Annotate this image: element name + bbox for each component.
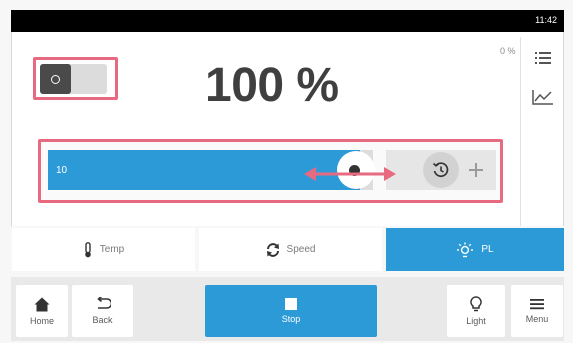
tab-pl[interactable]: PL [386, 228, 564, 271]
list-icon [535, 52, 551, 64]
hamburger-menu-icon [530, 299, 544, 310]
tab-speed[interactable]: Speed [199, 228, 382, 271]
refresh-icon [266, 242, 279, 257]
side-divider [520, 37, 521, 226]
plus-icon [469, 163, 483, 177]
status-time: 11:42 [535, 15, 557, 25]
chart-line-icon [532, 90, 553, 105]
toggle-knob [40, 64, 71, 94]
increase-button[interactable] [464, 158, 488, 182]
graph-view-button[interactable] [528, 82, 558, 112]
light-label: Light [466, 316, 486, 326]
list-view-button[interactable] [528, 43, 558, 73]
stop-icon [285, 298, 297, 310]
tab-temp[interactable]: Temp [12, 228, 195, 271]
tab-pl-label: PL [481, 244, 494, 255]
stop-label: Stop [281, 314, 301, 324]
menu-label: Menu [525, 314, 549, 324]
value-display: 100 % [205, 59, 339, 112]
small-percent-readout: 0 % [500, 46, 516, 56]
timer-button[interactable] [423, 152, 459, 188]
home-label: Home [29, 315, 54, 326]
tab-speed-label: Speed [286, 244, 316, 255]
home-icon [34, 297, 50, 311]
light-icon [457, 242, 474, 257]
menu-button[interactable]: Menu [511, 285, 563, 337]
power-off-icon [51, 74, 60, 84]
stop-button[interactable]: Stop [205, 285, 377, 337]
back-icon [96, 297, 111, 309]
tab-temp-label: Temp [99, 244, 125, 255]
history-icon [432, 162, 449, 178]
back-button[interactable]: Back [72, 285, 133, 337]
thermometer-icon [84, 241, 91, 257]
home-button[interactable]: Home [16, 285, 68, 337]
power-toggle[interactable] [40, 64, 107, 94]
status-bar: 11:42 [11, 10, 564, 32]
lightbulb-icon [470, 296, 482, 312]
double-arrow-annotation [304, 167, 396, 181]
back-label: Back [92, 315, 113, 325]
light-button[interactable]: Light [447, 285, 505, 337]
slider-value-label: 10 [56, 165, 68, 176]
